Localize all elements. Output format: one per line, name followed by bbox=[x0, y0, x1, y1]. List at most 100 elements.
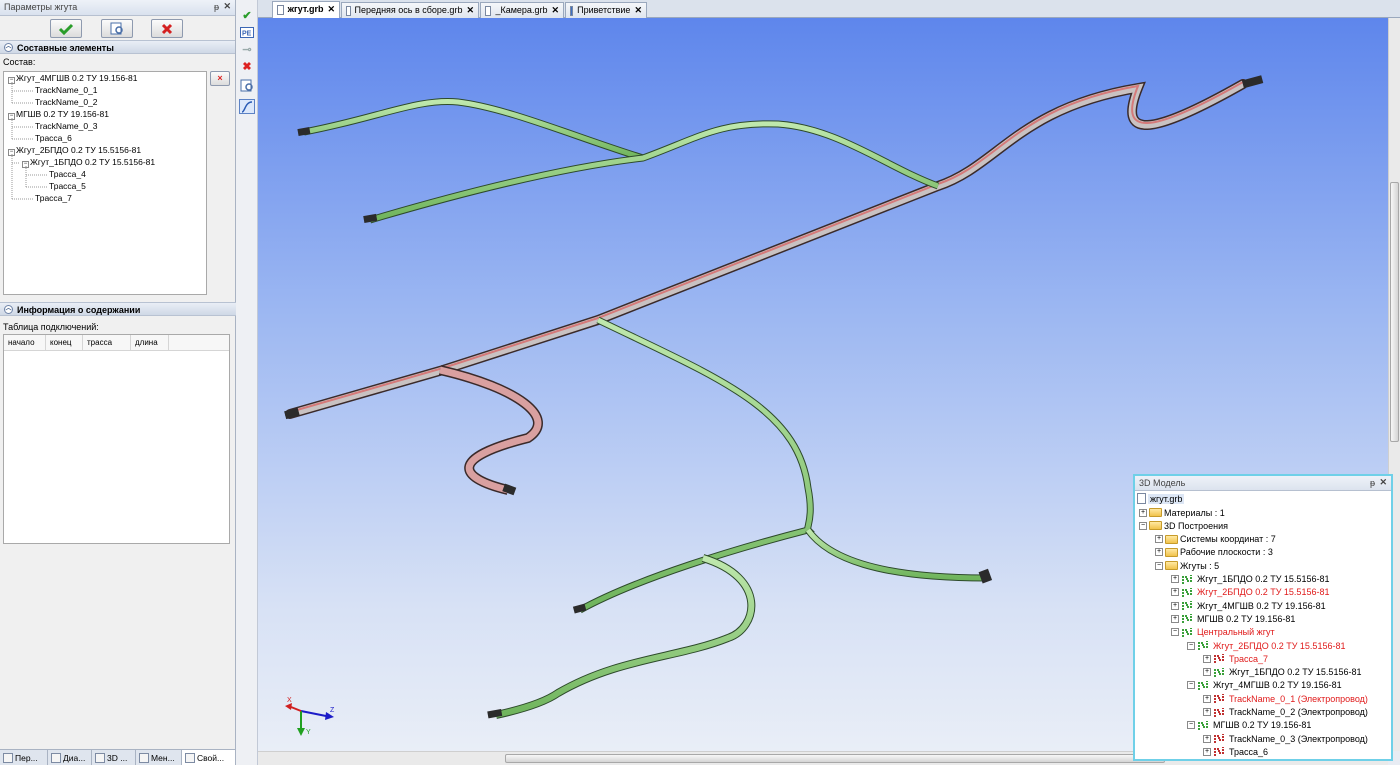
green-wires[interactable] bbox=[303, 97, 987, 719]
preview-icon[interactable] bbox=[239, 78, 255, 93]
tab-properties[interactable]: Свой... bbox=[182, 750, 236, 765]
tree-root[interactable]: жгут.grb bbox=[1137, 492, 1185, 505]
tree-item-label: Жгут_4МГШВ 0.2 ТУ 19.156-81 bbox=[1213, 680, 1342, 691]
collapse-icon[interactable]: ︿ bbox=[4, 43, 13, 52]
tree-item[interactable]: + Жгут_2БПДО 0.2 ТУ 15.5156-81 bbox=[1171, 586, 1329, 599]
collapse-icon[interactable]: − bbox=[1155, 561, 1163, 570]
scroll-thumb[interactable] bbox=[1390, 182, 1399, 442]
red-branch[interactable] bbox=[438, 365, 543, 495]
tree-item[interactable]: + Рабочие плоскости : 3 bbox=[1155, 546, 1273, 559]
tree-item[interactable]: + TrackName_0_1 (Электропровод) bbox=[1203, 692, 1368, 705]
track-icon bbox=[1213, 707, 1227, 718]
scroll-thumb[interactable] bbox=[505, 754, 1165, 763]
collapse-icon[interactable]: − bbox=[1171, 628, 1179, 637]
tree-item-label: Жгуты : 5 bbox=[1180, 560, 1220, 571]
composition-tree[interactable]: − Жгут_4МГШВ 0.2 ТУ 19.156-81 TrackName_0… bbox=[3, 71, 207, 295]
tree-item[interactable]: − Центральный жгут bbox=[1171, 626, 1275, 639]
expand-icon[interactable]: + bbox=[1203, 694, 1211, 703]
cancel-button[interactable] bbox=[151, 19, 183, 38]
column-track[interactable]: трасса bbox=[83, 335, 131, 350]
tree-item[interactable]: − МГШВ 0.2 ТУ 19.156-81 bbox=[1187, 719, 1311, 732]
tree-item[interactable]: + TrackName_0_2 (Электропровод) bbox=[1203, 706, 1368, 719]
tab-diagnostics[interactable]: Диа... bbox=[48, 750, 92, 765]
preview-button[interactable] bbox=[101, 19, 133, 38]
tree-item-label: TrackName_0_2 (Электропровод) bbox=[1229, 707, 1368, 717]
connections-table[interactable]: начало конец трасса длина bbox=[3, 334, 230, 544]
expand-icon[interactable]: + bbox=[1203, 747, 1211, 756]
collapse-icon[interactable]: − bbox=[1139, 521, 1147, 530]
tree-item[interactable]: + TrackName_0_3 (Электропровод) bbox=[1203, 732, 1368, 745]
tree-item[interactable]: + Системы координат : 7 bbox=[1155, 533, 1276, 546]
tree-item[interactable]: + МГШВ 0.2 ТУ 19.156-81 bbox=[1171, 612, 1295, 625]
expand-icon[interactable]: + bbox=[1139, 508, 1147, 517]
collapse-icon[interactable]: − bbox=[1187, 721, 1195, 730]
properties-icon[interactable]: PE bbox=[239, 25, 255, 40]
route-icon[interactable] bbox=[239, 99, 255, 114]
expand-icon[interactable]: + bbox=[1171, 601, 1179, 610]
tab-label: _Камера.grb bbox=[495, 5, 548, 15]
panel-title-text: 3D Модель bbox=[1139, 478, 1186, 488]
harness-icon bbox=[1181, 613, 1195, 624]
tree-item-label: Системы координат : 7 bbox=[1180, 534, 1276, 545]
tree-item[interactable]: + Жгут_1БПДО 0.2 ТУ 15.5156-81 bbox=[1203, 666, 1361, 679]
delete-icon[interactable]: ✖ bbox=[239, 59, 255, 74]
tab-welcome[interactable]: Приветствие ✕ bbox=[565, 2, 647, 18]
tab-front-axle[interactable]: Передняя ось в сборе.grb ✕ bbox=[341, 2, 479, 18]
check-icon[interactable]: ✔ bbox=[239, 8, 255, 23]
tree-item[interactable]: − Жгут_4МГШВ 0.2 ТУ 19.156-81 bbox=[1187, 679, 1342, 692]
pin-icon[interactable]: ᵽ bbox=[214, 2, 219, 12]
expand-icon[interactable]: + bbox=[1203, 708, 1211, 716]
svg-text:PE: PE bbox=[242, 31, 252, 38]
tree-item[interactable]: − Жгуты : 5 bbox=[1155, 559, 1219, 572]
track-icon bbox=[1213, 653, 1227, 664]
panel-title-text: Параметры жгута bbox=[4, 2, 78, 12]
expand-icon[interactable]: + bbox=[1171, 588, 1179, 597]
central-harness[interactable] bbox=[285, 79, 1248, 419]
axis-y-label: Y bbox=[306, 729, 311, 736]
expand-icon[interactable]: + bbox=[1171, 575, 1179, 583]
pin-icon[interactable]: ⊸ bbox=[239, 42, 255, 57]
expand-icon[interactable]: + bbox=[1171, 614, 1179, 623]
close-icon[interactable]: ✕ bbox=[223, 1, 231, 12]
tree-item-label: Трасса_6 bbox=[1229, 746, 1269, 757]
close-icon[interactable]: ✕ bbox=[327, 4, 335, 15]
close-icon[interactable]: ✕ bbox=[1379, 477, 1387, 488]
track-icon bbox=[1213, 746, 1227, 757]
tab-label: Пер... bbox=[15, 752, 38, 763]
remove-element-button[interactable]: × bbox=[210, 71, 230, 86]
tree-item[interactable]: − 3D Построения bbox=[1139, 519, 1228, 532]
components-section-title: Составные элементы bbox=[17, 42, 114, 53]
expand-icon[interactable]: + bbox=[1155, 548, 1163, 557]
collapse-icon[interactable]: − bbox=[1187, 681, 1195, 690]
tab-camera[interactable]: _Камера.grb ✕ bbox=[480, 2, 564, 18]
column-end[interactable]: конец bbox=[46, 335, 83, 350]
expand-icon[interactable]: + bbox=[1155, 535, 1163, 544]
ok-button[interactable] bbox=[50, 19, 82, 38]
tab-parameters[interactable]: Пер... bbox=[0, 750, 48, 765]
tab-3d-model[interactable]: 3D ... bbox=[92, 750, 136, 765]
close-icon[interactable]: ✕ bbox=[551, 5, 559, 16]
info-section-header[interactable]: ︿ Информация о содержании bbox=[0, 302, 236, 316]
connectors[interactable] bbox=[284, 75, 1264, 719]
close-icon[interactable]: ✕ bbox=[634, 5, 642, 16]
tree-item[interactable]: + Жгут_1БПДО 0.2 ТУ 15.5156-81 bbox=[1171, 573, 1329, 586]
panel-tabs: Пер... Диа... 3D ... Мен... Свой... bbox=[0, 749, 236, 765]
components-section-header[interactable]: ︿ Составные элементы bbox=[0, 40, 235, 54]
column-length[interactable]: длина bbox=[131, 335, 169, 350]
tree-item-label: Жгут_4МГШВ 0.2 ТУ 19.156-81 bbox=[1197, 600, 1326, 611]
tree-item[interactable]: − Жгут_2БПДО 0.2 ТУ 15.5156-81 bbox=[1187, 639, 1345, 652]
tab-menu[interactable]: Мен... bbox=[136, 750, 182, 765]
tree-item[interactable]: + Трасса_7 bbox=[1203, 652, 1268, 665]
close-icon[interactable]: ✕ bbox=[466, 5, 474, 16]
column-start[interactable]: начало bbox=[4, 335, 46, 350]
tree-item[interactable]: + Жгут_4МГШВ 0.2 ТУ 19.156-81 bbox=[1171, 599, 1326, 612]
tab-harness-grb[interactable]: жгут.grb ✕ bbox=[272, 1, 340, 19]
expand-icon[interactable]: + bbox=[1203, 734, 1211, 743]
pin-icon[interactable]: ᵽ bbox=[1370, 478, 1375, 488]
collapse-icon[interactable]: − bbox=[1187, 641, 1195, 650]
expand-icon[interactable]: + bbox=[1203, 668, 1211, 677]
tree-item[interactable]: + Материалы : 1 bbox=[1139, 506, 1225, 519]
tree-item[interactable]: + Трасса_6 bbox=[1203, 745, 1268, 758]
collapse-icon[interactable]: ︿ bbox=[4, 305, 13, 314]
expand-icon[interactable]: + bbox=[1203, 654, 1211, 663]
